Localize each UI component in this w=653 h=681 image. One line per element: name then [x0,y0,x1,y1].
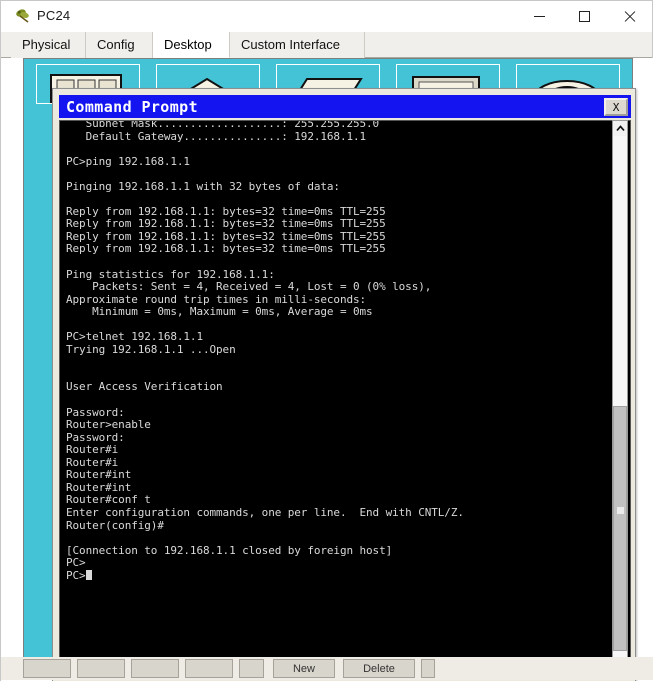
scroll-up-button[interactable] [613,121,627,136]
delete-button[interactable]: Delete [343,659,415,678]
maximize-icon [579,11,590,22]
terminal-output-area[interactable]: Subnet Mask...................: 255.255.… [59,120,631,680]
command-prompt-titlebar: Command Prompt X [59,95,631,118]
close-icon: X [612,100,620,114]
tab-desktop[interactable]: Desktop [153,32,230,58]
close-icon [623,10,636,23]
tab-label: Config [97,37,135,52]
scrollbar-grip [617,507,624,514]
scrollbar-thumb[interactable] [613,406,627,651]
minimize-button[interactable] [517,1,562,32]
desktop-body: Command Prompt X Subnet Mask............… [1,58,653,681]
chevron-up-icon [615,125,625,132]
toolbar-slot[interactable] [23,659,71,678]
tab-physical[interactable]: Physical [11,32,86,58]
command-prompt-window: Command Prompt X Subnet Mask............… [52,88,636,681]
tab-config[interactable]: Config [86,32,153,58]
toolbar-slot[interactable] [421,659,435,678]
tab-custom-interface[interactable]: Custom Interface [230,32,365,58]
close-button[interactable] [607,1,652,32]
command-prompt-close-button[interactable]: X [604,98,628,116]
packet-tracer-icon [15,8,32,25]
screen-root: g st PC24 [0,0,653,681]
maximize-button[interactable] [562,1,607,32]
delete-button-label: Delete [363,662,395,675]
toolbar-slot[interactable] [239,659,264,678]
tab-strip: Physical Config Desktop Custom Interface [1,32,652,58]
tab-label: Custom Interface [241,37,340,52]
tab-label: Physical [22,37,71,52]
new-button[interactable]: New [273,659,335,678]
command-prompt-title: Command Prompt [66,98,199,116]
desktop-icon-pane: Command Prompt X Subnet Mask............… [23,58,636,681]
terminal-scrollbar[interactable] [612,120,628,680]
bottom-toolbar: New Delete [1,657,653,680]
toolbar-slot[interactable] [77,659,125,678]
toolbar-slot[interactable] [185,659,233,678]
terminal-content: Subnet Mask...................: 255.255.… [66,120,464,582]
toolbar-slot[interactable] [131,659,179,678]
pc-device-window: PC24 Physical Config Desktop Custom Inte… [0,0,653,681]
window-titlebar: PC24 [1,1,652,32]
terminal-text: Subnet Mask...................: 255.255.… [66,120,612,582]
new-button-label: New [292,662,315,675]
tab-label: Desktop [164,37,212,52]
minimize-icon [534,16,545,17]
terminal-cursor [85,569,92,580]
window-title: PC24 [37,8,71,23]
